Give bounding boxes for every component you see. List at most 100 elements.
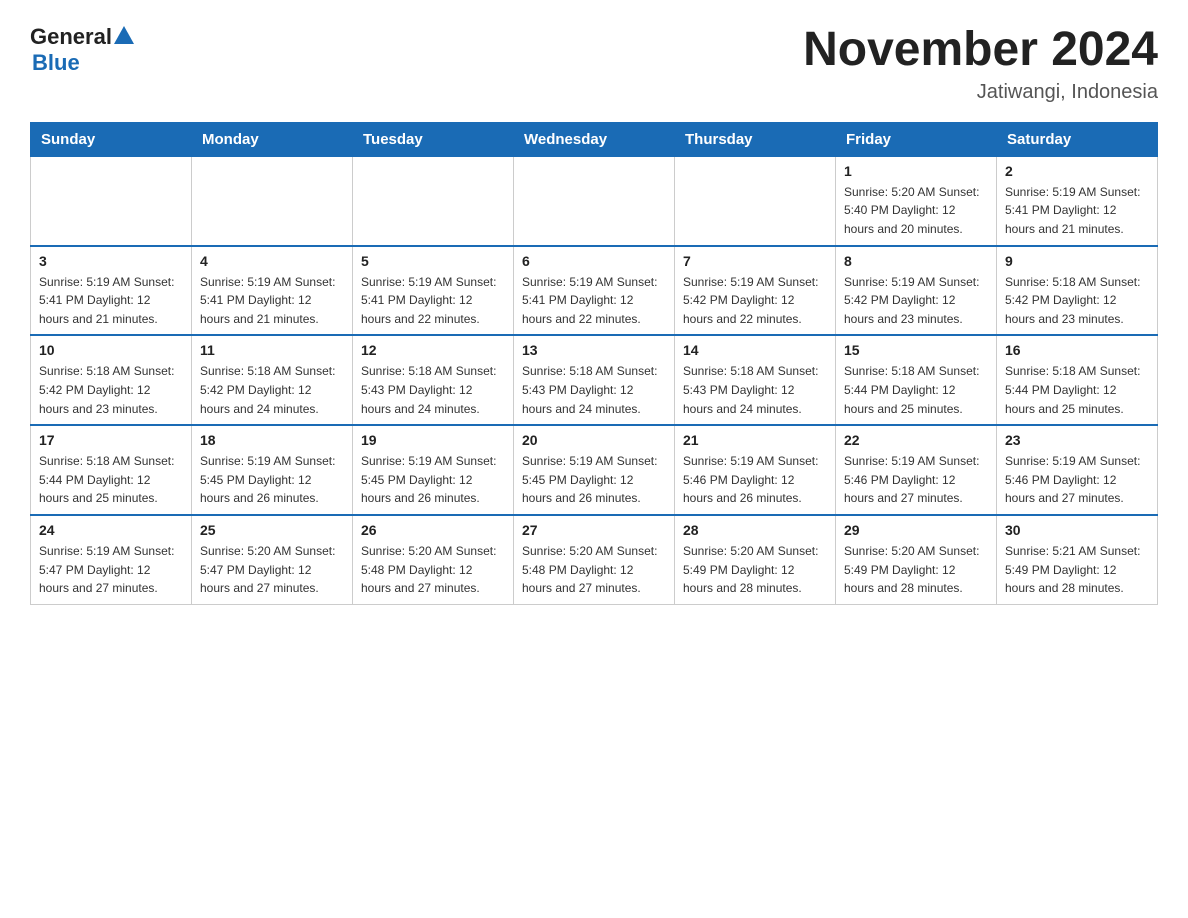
logo: General Blue [30,24,134,76]
day-info: Sunrise: 5:18 AM Sunset: 5:42 PM Dayligh… [200,362,344,418]
calendar-day-cell: 29 Sunrise: 5:20 AM Sunset: 5:49 PM Dayli… [836,515,997,604]
calendar-day-cell: 5Sunrise: 5:19 AM Sunset: 5:41 PM Daylig… [353,246,514,336]
day-info: Sunrise: 5:19 AM Sunset: 5:41 PM Dayligh… [1005,183,1149,239]
calendar-day-cell: 3 Sunrise: 5:19 AM Sunset: 5:41 PM Daylig… [31,246,192,336]
calendar-day-cell: 26Sunrise: 5:20 AM Sunset: 5:48 PM Dayli… [353,515,514,604]
calendar-week-row: 3 Sunrise: 5:19 AM Sunset: 5:41 PM Daylig… [31,246,1158,336]
calendar-day-cell: 6 Sunrise: 5:19 AM Sunset: 5:41 PM Daylig… [514,246,675,336]
day-number: 29 [844,522,988,538]
day-number: 2 [1005,163,1149,179]
weekday-header: Sunday [31,122,192,156]
day-number: 13 [522,342,666,358]
calendar-week-row: 1 Sunrise: 5:20 AM Sunset: 5:40 PM Daylig… [31,156,1158,245]
day-info: Sunrise: 5:20 AM Sunset: 5:49 PM Dayligh… [844,542,988,598]
day-info: Sunrise: 5:21 AM Sunset: 5:49 PM Dayligh… [1005,542,1149,598]
day-number: 20 [522,432,666,448]
day-info: Sunrise: 5:18 AM Sunset: 5:43 PM Dayligh… [522,362,666,418]
day-number: 21 [683,432,827,448]
day-number: 15 [844,342,988,358]
day-number: 3 [39,253,183,269]
calendar-day-cell: 12 Sunrise: 5:18 AM Sunset: 5:43 PM Dayli… [353,335,514,425]
day-number: 10 [39,342,183,358]
day-info: Sunrise: 5:19 AM Sunset: 5:42 PM Dayligh… [683,273,827,329]
weekday-header: Thursday [675,122,836,156]
calendar-day-cell: 25 Sunrise: 5:20 AM Sunset: 5:47 PM Dayli… [192,515,353,604]
calendar-week-row: 10 Sunrise: 5:18 AM Sunset: 5:42 PM Dayli… [31,335,1158,425]
day-info: Sunrise: 5:18 AM Sunset: 5:43 PM Dayligh… [361,362,505,418]
calendar-day-cell: 22Sunrise: 5:19 AM Sunset: 5:46 PM Dayli… [836,425,997,515]
calendar-day-cell: 16 Sunrise: 5:18 AM Sunset: 5:44 PM Dayli… [997,335,1158,425]
day-number: 19 [361,432,505,448]
day-number: 27 [522,522,666,538]
weekday-header: Monday [192,122,353,156]
day-info: Sunrise: 5:19 AM Sunset: 5:41 PM Dayligh… [39,273,183,329]
calendar-day-cell: 24Sunrise: 5:19 AM Sunset: 5:47 PM Dayli… [31,515,192,604]
day-number: 16 [1005,342,1149,358]
day-number: 11 [200,342,344,358]
calendar-day-cell: 13 Sunrise: 5:18 AM Sunset: 5:43 PM Dayli… [514,335,675,425]
calendar-week-row: 17 Sunrise: 5:18 AM Sunset: 5:44 PM Dayli… [31,425,1158,515]
calendar-day-cell: 17 Sunrise: 5:18 AM Sunset: 5:44 PM Dayli… [31,425,192,515]
calendar-day-cell: 23 Sunrise: 5:19 AM Sunset: 5:46 PM Dayli… [997,425,1158,515]
calendar-day-cell: 18Sunrise: 5:19 AM Sunset: 5:45 PM Dayli… [192,425,353,515]
day-number: 5 [361,253,505,269]
calendar-table: SundayMondayTuesdayWednesdayThursdayFrid… [30,122,1158,605]
calendar-day-cell: 14 Sunrise: 5:18 AM Sunset: 5:43 PM Dayli… [675,335,836,425]
weekday-header: Tuesday [353,122,514,156]
calendar-week-row: 24Sunrise: 5:19 AM Sunset: 5:47 PM Dayli… [31,515,1158,604]
day-info: Sunrise: 5:18 AM Sunset: 5:42 PM Dayligh… [39,362,183,418]
day-info: Sunrise: 5:18 AM Sunset: 5:44 PM Dayligh… [1005,362,1149,418]
calendar-body: 1 Sunrise: 5:20 AM Sunset: 5:40 PM Daylig… [31,156,1158,604]
calendar-day-cell [192,156,353,245]
day-info: Sunrise: 5:19 AM Sunset: 5:45 PM Dayligh… [361,452,505,508]
day-number: 8 [844,253,988,269]
day-number: 1 [844,163,988,179]
day-info: Sunrise: 5:18 AM Sunset: 5:43 PM Dayligh… [683,362,827,418]
day-info: Sunrise: 5:18 AM Sunset: 5:44 PM Dayligh… [39,452,183,508]
title-block: November 2024 Jatiwangi, Indonesia [803,24,1158,104]
calendar-day-cell: 10 Sunrise: 5:18 AM Sunset: 5:42 PM Dayli… [31,335,192,425]
calendar-day-cell: 15 Sunrise: 5:18 AM Sunset: 5:44 PM Dayli… [836,335,997,425]
day-number: 23 [1005,432,1149,448]
day-info: Sunrise: 5:19 AM Sunset: 5:47 PM Dayligh… [39,542,183,598]
day-info: Sunrise: 5:19 AM Sunset: 5:45 PM Dayligh… [200,452,344,508]
day-number: 28 [683,522,827,538]
calendar-day-cell: 30 Sunrise: 5:21 AM Sunset: 5:49 PM Dayli… [997,515,1158,604]
day-number: 25 [200,522,344,538]
calendar-header: SundayMondayTuesdayWednesdayThursdayFrid… [31,122,1158,156]
calendar-day-cell [675,156,836,245]
calendar-title: November 2024 [803,24,1158,77]
weekday-header: Saturday [997,122,1158,156]
calendar-day-cell: 9Sunrise: 5:18 AM Sunset: 5:42 PM Daylig… [997,246,1158,336]
calendar-day-cell: 19 Sunrise: 5:19 AM Sunset: 5:45 PM Dayli… [353,425,514,515]
day-info: Sunrise: 5:19 AM Sunset: 5:41 PM Dayligh… [522,273,666,329]
day-number: 6 [522,253,666,269]
day-info: Sunrise: 5:19 AM Sunset: 5:45 PM Dayligh… [522,452,666,508]
weekday-header-row: SundayMondayTuesdayWednesdayThursdayFrid… [31,122,1158,156]
day-info: Sunrise: 5:18 AM Sunset: 5:44 PM Dayligh… [844,362,988,418]
calendar-day-cell: 11 Sunrise: 5:18 AM Sunset: 5:42 PM Dayli… [192,335,353,425]
calendar-day-cell: 4 Sunrise: 5:19 AM Sunset: 5:41 PM Daylig… [192,246,353,336]
day-info: Sunrise: 5:20 AM Sunset: 5:49 PM Dayligh… [683,542,827,598]
day-number: 17 [39,432,183,448]
calendar-day-cell [514,156,675,245]
day-info: Sunrise: 5:20 AM Sunset: 5:47 PM Dayligh… [200,542,344,598]
logo-blue-text: Blue [32,50,80,76]
day-number: 4 [200,253,344,269]
logo-general-text: General [30,24,112,50]
calendar-day-cell: 28 Sunrise: 5:20 AM Sunset: 5:49 PM Dayli… [675,515,836,604]
calendar-day-cell: 27Sunrise: 5:20 AM Sunset: 5:48 PM Dayli… [514,515,675,604]
day-info: Sunrise: 5:20 AM Sunset: 5:40 PM Dayligh… [844,183,988,239]
calendar-subtitle: Jatiwangi, Indonesia [803,81,1158,104]
calendar-day-cell: 20 Sunrise: 5:19 AM Sunset: 5:45 PM Dayli… [514,425,675,515]
day-info: Sunrise: 5:19 AM Sunset: 5:46 PM Dayligh… [1005,452,1149,508]
day-info: Sunrise: 5:18 AM Sunset: 5:42 PM Dayligh… [1005,273,1149,329]
day-number: 12 [361,342,505,358]
day-number: 30 [1005,522,1149,538]
weekday-header: Friday [836,122,997,156]
calendar-day-cell: 1 Sunrise: 5:20 AM Sunset: 5:40 PM Daylig… [836,156,997,245]
day-info: Sunrise: 5:19 AM Sunset: 5:42 PM Dayligh… [844,273,988,329]
day-info: Sunrise: 5:19 AM Sunset: 5:41 PM Dayligh… [200,273,344,329]
day-number: 14 [683,342,827,358]
day-number: 26 [361,522,505,538]
